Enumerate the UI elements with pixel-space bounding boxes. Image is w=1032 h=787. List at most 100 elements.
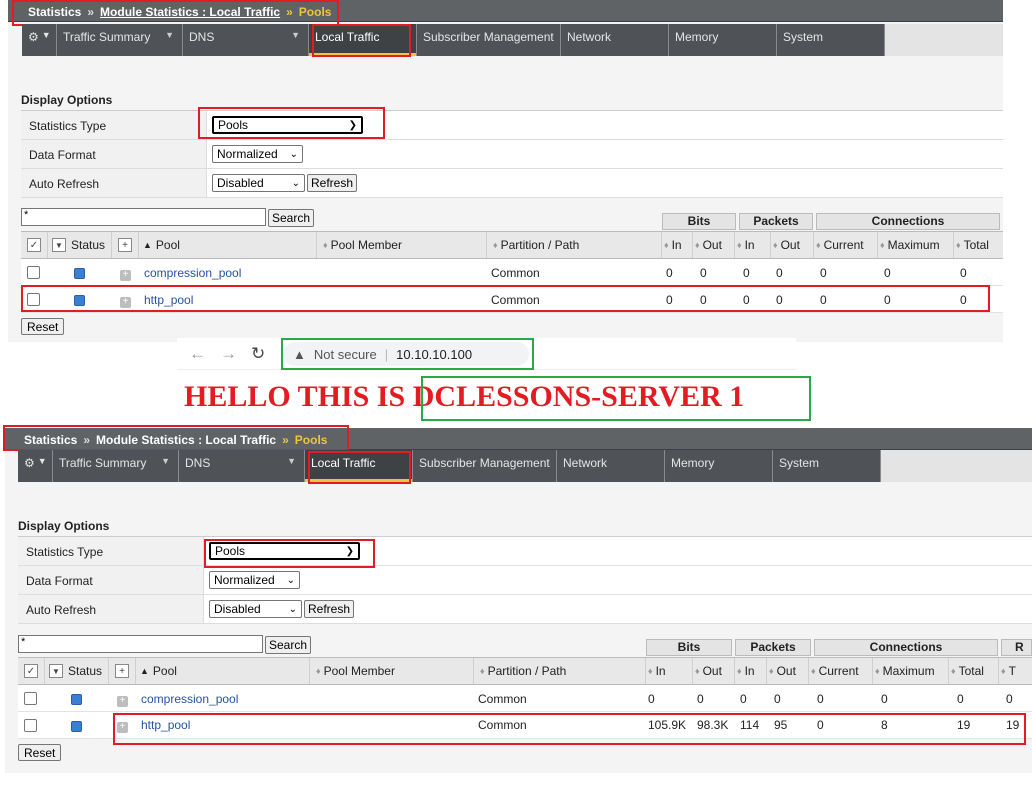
total-header[interactable]: ♦ Total [949, 658, 999, 684]
search-input[interactable]: * [21, 208, 266, 226]
auto-refresh-label: Auto Refresh [18, 595, 204, 623]
current-header[interactable]: ♦ Current [809, 658, 873, 684]
group-packets: Packets [735, 639, 811, 656]
row-checkbox[interactable] [24, 719, 37, 732]
display-options-1: Statistics Type Pools ❯ Data Format Norma… [21, 110, 1003, 198]
expand-row-icon[interactable]: + [120, 270, 131, 281]
bits-in-header[interactable]: ♦ In [646, 658, 693, 684]
reload-icon[interactable]: ↻ [251, 344, 265, 364]
status-available-icon [74, 268, 85, 279]
statistics-type-label: Statistics Type [21, 111, 207, 139]
data-format-label: Data Format [21, 140, 207, 168]
tab-system[interactable]: System [777, 24, 885, 56]
expand-row-icon[interactable]: + [117, 696, 128, 707]
highlight-server-name [421, 376, 811, 421]
pool-member-column-header[interactable]: ♦ Pool Member [317, 232, 487, 258]
maximum-header[interactable]: ♦ Maximum [878, 232, 954, 258]
t-header[interactable]: ♦ T [999, 658, 1032, 684]
row-checkbox[interactable] [24, 692, 37, 705]
group-packets: Packets [739, 213, 813, 230]
row-checkbox[interactable] [27, 266, 40, 279]
display-options-heading: Display Options [18, 519, 110, 533]
table-header-2: ✓ ▼ Status + ▲ Pool ♦ Pool Member ♦ Partitio… [18, 657, 1032, 685]
highlight-breadcrumb-1 [12, 0, 339, 26]
tab-traffic-summary[interactable]: Traffic Summary ▼ [53, 450, 179, 482]
table-row: + compression_pool Common 0 0 0 0 0 0 0 … [18, 685, 1032, 712]
search-input[interactable]: * [18, 635, 263, 653]
select-all-checkbox[interactable]: ✓ [21, 232, 48, 258]
highlight-http-pool-row-2 [113, 713, 1026, 745]
auto-refresh-label: Auto Refresh [21, 169, 207, 197]
highlight-local-traffic-tab-2 [308, 451, 411, 484]
pool-column-header[interactable]: ▲ Pool [139, 232, 317, 258]
auto-refresh-select[interactable]: Disabled ⌄ [209, 600, 302, 618]
expand-all-header[interactable]: + [109, 658, 136, 684]
status-column-header[interactable]: ▼ Status [48, 232, 112, 258]
display-options-heading: Display Options [21, 93, 113, 107]
tab-subscriber-management[interactable]: Subscriber Management [413, 450, 557, 482]
pool-link[interactable]: compression_pool [141, 692, 238, 706]
group-bits: Bits [646, 639, 732, 656]
pool-member-column-header[interactable]: ♦ Pool Member [310, 658, 474, 684]
data-format-label: Data Format [18, 566, 204, 594]
group-connections: Connections [814, 639, 998, 656]
table-row: + compression_pool Common 0 0 0 0 0 0 0 [21, 259, 1003, 286]
forward-icon[interactable]: → [220, 344, 237, 364]
data-format-select[interactable]: Normalized ⌄ [212, 145, 303, 163]
group-r: R [1001, 639, 1032, 656]
reset-button[interactable]: Reset [21, 318, 65, 335]
tab-traffic-summary[interactable]: Traffic Summary ▼ [57, 24, 183, 56]
data-format-select[interactable]: Normalized ⌄ [209, 571, 300, 589]
statistics-type-label: Statistics Type [18, 537, 204, 565]
highlight-url [281, 338, 534, 370]
tab-subscriber-management[interactable]: Subscriber Management [417, 24, 561, 56]
pool-link[interactable]: compression_pool [144, 266, 241, 280]
tab-gear[interactable]: ⚙ ▼ [22, 24, 57, 56]
pkts-in-header[interactable]: ♦ In [735, 232, 771, 258]
pkts-out-header[interactable]: ♦ Out [767, 658, 809, 684]
auto-refresh-select[interactable]: Disabled ⌄ [212, 174, 305, 192]
highlight-http-pool-row-1 [21, 285, 990, 312]
tab-memory[interactable]: Memory [665, 450, 773, 482]
select-all-checkbox[interactable]: ✓ [18, 658, 45, 684]
reset-button[interactable]: Reset [18, 744, 62, 761]
gear-icon: ⚙ [28, 30, 39, 44]
tab-network[interactable]: Network [561, 24, 669, 56]
highlight-statistics-type-2 [204, 539, 375, 568]
pkts-out-header[interactable]: ♦ Out [771, 232, 814, 258]
tab-dns[interactable]: DNS ▼ [183, 24, 309, 56]
search-button[interactable]: Search [268, 209, 315, 227]
display-options-2: Statistics Type Pools ❯ Data Format Norma… [18, 536, 1032, 624]
tab-bar-2: ⚙ ▼ Traffic Summary ▼ DNS ▼ Local Traffic S… [18, 450, 1032, 482]
back-icon[interactable]: ← [189, 344, 206, 364]
maximum-header[interactable]: ♦ Maximum [873, 658, 949, 684]
status-available-icon [71, 694, 82, 705]
partition-column-header[interactable]: ♦ Partition / Path [474, 658, 646, 684]
pkts-in-header[interactable]: ♦ In [735, 658, 767, 684]
group-connections: Connections [816, 213, 1000, 230]
total-header[interactable]: ♦ Total [954, 232, 1003, 258]
search-button[interactable]: Search [265, 636, 312, 654]
group-bits: Bits [662, 213, 736, 230]
highlight-breadcrumb-2 [3, 425, 349, 451]
expand-all-header[interactable]: + [112, 232, 139, 258]
current-header[interactable]: ♦ Current [814, 232, 878, 258]
bits-out-header[interactable]: ♦ Out [693, 232, 735, 258]
highlight-statistics-type-1 [198, 107, 385, 139]
tab-bar-1: ⚙ ▼ Traffic Summary ▼ DNS ▼ Local Traffic S… [22, 24, 1003, 56]
tab-network[interactable]: Network [557, 450, 665, 482]
table-header-1: ✓ ▼ Status + ▲ Pool ♦ Pool Member ♦ Partitio… [21, 231, 1003, 259]
tab-dns[interactable]: DNS ▼ [179, 450, 305, 482]
highlight-local-traffic-tab-1 [312, 24, 411, 57]
bits-out-header[interactable]: ♦ Out [693, 658, 735, 684]
tab-memory[interactable]: Memory [669, 24, 777, 56]
refresh-button[interactable]: Refresh [307, 174, 358, 192]
tab-system[interactable]: System [773, 450, 881, 482]
gear-icon: ⚙ [24, 456, 35, 470]
tab-gear[interactable]: ⚙ ▼ [18, 450, 53, 482]
pool-column-header[interactable]: ▲ Pool [136, 658, 310, 684]
bits-in-header[interactable]: ♦ In [662, 232, 693, 258]
status-column-header[interactable]: ▼ Status [45, 658, 109, 684]
partition-column-header[interactable]: ♦ Partition / Path [487, 232, 662, 258]
refresh-button[interactable]: Refresh [304, 600, 355, 618]
